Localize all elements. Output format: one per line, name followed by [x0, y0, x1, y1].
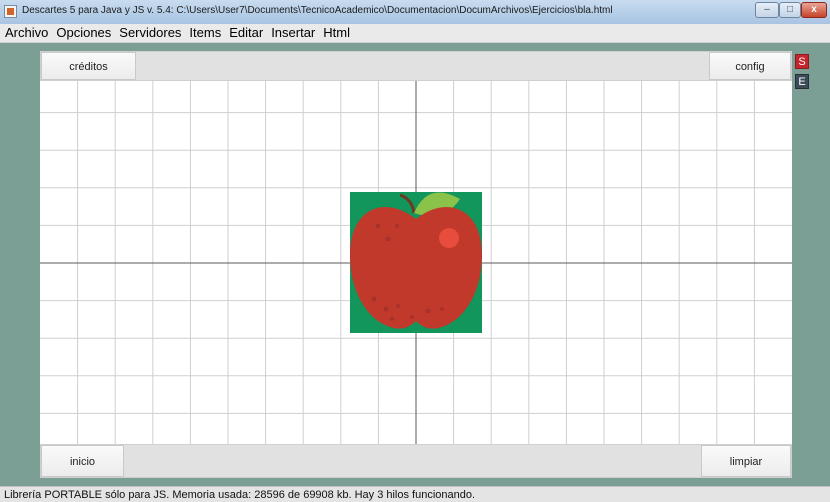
- window-title-bar[interactable]: Descartes 5 para Java y JS v. 5.4: C:\Us…: [0, 0, 830, 25]
- menu-html[interactable]: Html: [319, 24, 354, 42]
- minimize-button[interactable]: –: [755, 2, 779, 18]
- config-button[interactable]: config: [709, 52, 791, 80]
- s-button[interactable]: S: [795, 54, 809, 69]
- inicio-button[interactable]: inicio: [41, 445, 124, 477]
- coordinate-grid: [40, 81, 792, 444]
- menu-opciones[interactable]: Opciones: [52, 24, 115, 42]
- apple-image: [350, 192, 482, 333]
- menu-editar[interactable]: Editar: [225, 24, 267, 42]
- close-button[interactable]: x: [801, 2, 827, 18]
- menu-items[interactable]: Items: [185, 24, 225, 42]
- limpiar-button[interactable]: limpiar: [701, 445, 791, 477]
- menu-archivo[interactable]: Archivo: [0, 24, 52, 42]
- scene-top-bar: créditos config: [40, 51, 792, 81]
- status-bar: Librería PORTABLE sólo para JS. Memoria …: [0, 486, 830, 502]
- descartes-scene[interactable]: [40, 81, 792, 444]
- menu-insertar[interactable]: Insertar: [267, 24, 319, 42]
- e-button[interactable]: E: [795, 74, 809, 89]
- creditos-button[interactable]: créditos: [41, 52, 136, 80]
- window-title: Descartes 5 para Java y JS v. 5.4: C:\Us…: [22, 5, 613, 16]
- menu-bar: Archivo Opciones Servidores Items Editar Inse…: [0, 24, 830, 43]
- scene-bottom-bar: inicio limpiar: [40, 444, 792, 478]
- maximize-button[interactable]: □: [779, 2, 801, 18]
- menu-servidores[interactable]: Servidores: [115, 24, 185, 42]
- app-icon: [4, 5, 17, 18]
